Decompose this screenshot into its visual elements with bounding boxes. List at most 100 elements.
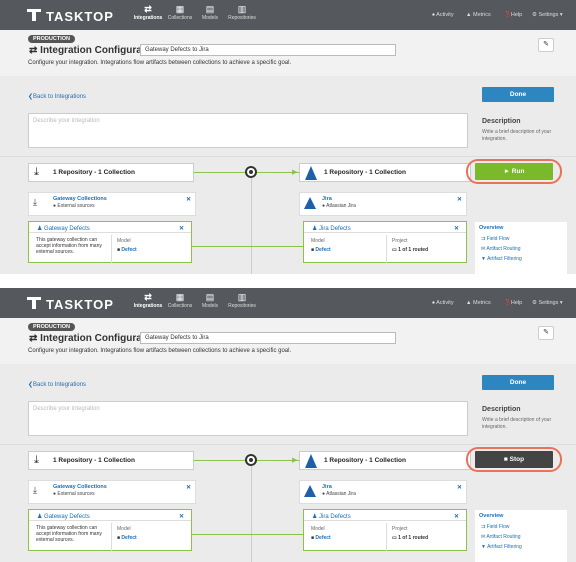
integration-name-input[interactable]: Gateway Defects to Jira	[140, 332, 396, 344]
back-to-integrations-link[interactable]: ❮Back to Integrations	[28, 93, 86, 100]
jira-title: Jira	[322, 484, 332, 490]
tab-collections[interactable]: ▦ Collections	[164, 291, 196, 317]
jira-defects-card[interactable]: ♟ Jira Defects ✕ Model ■ Defect Project …	[303, 221, 467, 263]
help-link[interactable]: ❓Help	[504, 300, 522, 306]
metrics-label: Metrics	[472, 300, 491, 306]
flow-line-gateway	[192, 534, 251, 535]
gateway-defects-card[interactable]: ♟ Gateway Defects ✕ This gateway collect…	[28, 509, 192, 551]
jira-card[interactable]: Jira ● Atlassian Jira ✕	[299, 192, 467, 216]
collections-icon: ▦	[175, 4, 185, 14]
close-icon[interactable]: ✕	[457, 196, 462, 203]
right-repository-summary[interactable]: 1 Repository - 1 Collection	[299, 451, 471, 470]
close-icon[interactable]: ✕	[186, 196, 191, 203]
models-icon: ▤	[205, 4, 215, 14]
metrics-link[interactable]: ▲ Metrics	[466, 300, 491, 306]
gateway-collections-subtitle-text: External sources	[57, 491, 95, 497]
field-flow-link[interactable]: ⇉ Field Flow	[481, 524, 509, 530]
edit-button[interactable]: ✎	[538, 326, 554, 340]
artifact-filtering-link[interactable]: ▼ Artifact Filtering	[481, 256, 522, 262]
close-icon[interactable]: ✕	[179, 225, 184, 232]
activity-link[interactable]: ♠ Activity	[432, 300, 454, 306]
flow-hub-icon[interactable]	[245, 454, 257, 466]
tab-models[interactable]: ▤ Models	[194, 291, 226, 317]
field-flow-label: Field Flow	[486, 524, 510, 530]
left-repository-summary[interactable]: ⤓ 1 Repository - 1 Collection	[28, 451, 194, 470]
gateway-defects-desc: This gateway collection can accept infor…	[36, 237, 102, 255]
jira-defects-card[interactable]: ♟ Jira Defects ✕ Model ■ Defect Project …	[303, 509, 467, 551]
description-heading: Description	[482, 406, 521, 413]
integrations-icon: ⇄	[144, 4, 152, 14]
model-value[interactable]: ■ Defect	[117, 535, 137, 541]
logo-text: TASKTOP	[46, 297, 114, 312]
left-repository-summary[interactable]: ⤓ 1 Repository - 1 Collection	[28, 163, 194, 182]
tab-integrations[interactable]: ⇄ Integrations	[132, 291, 164, 317]
done-button[interactable]: Done	[482, 87, 554, 102]
field-flow-link[interactable]: ⇉ Field Flow	[481, 236, 509, 242]
back-to-integrations-link[interactable]: ❮Back to Integrations	[28, 381, 86, 388]
close-icon[interactable]: ✕	[186, 484, 191, 491]
close-icon[interactable]: ✕	[457, 484, 462, 491]
tab-repositories[interactable]: ▥ Repositories	[226, 291, 258, 317]
close-icon[interactable]: ✕	[179, 513, 184, 520]
flow-hub-icon[interactable]	[245, 166, 257, 178]
metrics-link[interactable]: ▲ Metrics	[466, 12, 491, 18]
tab-label: Integrations	[133, 303, 163, 309]
model-value-text: Defect	[121, 535, 137, 541]
integration-icon: ⇄	[29, 333, 41, 344]
activity-link[interactable]: ♠ Activity	[432, 12, 454, 18]
close-icon[interactable]: ✕	[454, 225, 459, 232]
back-link-label: Back to Integrations	[33, 94, 87, 100]
download-icon: ⤓	[33, 197, 37, 207]
flow-vertical-line	[251, 178, 252, 274]
description-help: Write a brief description of your integr…	[482, 129, 552, 142]
model-value[interactable]: ■ Defect	[311, 535, 331, 541]
repositories-icon: ▥	[237, 292, 247, 302]
edit-button[interactable]: ✎	[538, 38, 554, 52]
tab-collections[interactable]: ▦ Collections	[164, 3, 196, 29]
jira-card[interactable]: Jira ● Atlassian Jira ✕	[299, 480, 467, 504]
jira-subtitle: ● Atlassian Jira	[322, 203, 356, 209]
integration-name-input[interactable]: Gateway Defects to Jira	[140, 44, 396, 56]
integration-icon: ⇄	[29, 45, 41, 56]
tab-models[interactable]: ▤ Models	[194, 3, 226, 29]
tab-repositories[interactable]: ▥ Repositories	[226, 3, 258, 29]
settings-link[interactable]: ⚙ Settings ▾	[532, 12, 563, 18]
done-button[interactable]: Done	[482, 375, 554, 390]
overview-panel: Overview ⇉ Field Flow ✉ Artifact Routing…	[475, 510, 567, 562]
gateway-collections-subtitle: ● External sources	[53, 491, 95, 497]
gateway-collections-card[interactable]: ⤓ Gateway Collections ● External sources…	[28, 192, 196, 216]
overview-heading[interactable]: Overview	[479, 513, 503, 519]
jira-subtitle-text: Atlassian Jira	[326, 491, 356, 497]
gateway-collections-subtitle: ● External sources	[53, 203, 95, 209]
model-value[interactable]: ■ Defect	[117, 247, 137, 253]
integrations-icon: ⇄	[144, 292, 152, 302]
stop-button[interactable]: ■ Stop	[475, 451, 553, 468]
artifact-routing-link[interactable]: ✉ Artifact Routing	[481, 246, 521, 252]
gateway-collections-card[interactable]: ⤓ Gateway Collections ● External sources…	[28, 480, 196, 504]
jira-icon	[304, 197, 316, 209]
project-value-text: 1 of 1 routed	[398, 535, 429, 541]
description-textarea[interactable]: Describe your integration	[28, 401, 468, 436]
page-subtitle: Configure your integration. Integrations…	[28, 60, 292, 66]
close-icon[interactable]: ✕	[454, 513, 459, 520]
right-repo-label: 1 Repository - 1 Collection	[324, 169, 406, 176]
overview-heading[interactable]: Overview	[479, 225, 503, 231]
model-value[interactable]: ■ Defect	[311, 247, 331, 253]
tab-label: Collections	[167, 15, 193, 21]
right-repository-summary[interactable]: 1 Repository - 1 Collection	[299, 163, 471, 182]
help-label: Help	[510, 300, 523, 306]
gateway-defects-title: ♟ Gateway Defects	[37, 226, 90, 232]
gateway-defects-card[interactable]: ♟ Gateway Defects ✕ This gateway collect…	[28, 221, 192, 263]
artifact-filtering-link[interactable]: ▼ Artifact Filtering	[481, 544, 522, 550]
help-link[interactable]: ❓Help	[504, 12, 522, 18]
project-value[interactable]: ▭ 1 of 1 routed	[392, 535, 428, 541]
activity-label: Activity	[436, 300, 454, 306]
run-button[interactable]: ► Run	[475, 163, 553, 180]
jira-icon	[305, 454, 317, 468]
settings-link[interactable]: ⚙ Settings ▾	[532, 300, 563, 306]
project-value[interactable]: ▭ 1 of 1 routed	[392, 247, 428, 253]
tab-integrations[interactable]: ⇄ Integrations	[132, 3, 164, 29]
artifact-filtering-label: Artifact Filtering	[487, 256, 522, 262]
description-textarea[interactable]: Describe your integration	[28, 113, 468, 148]
artifact-routing-link[interactable]: ✉ Artifact Routing	[481, 534, 521, 540]
